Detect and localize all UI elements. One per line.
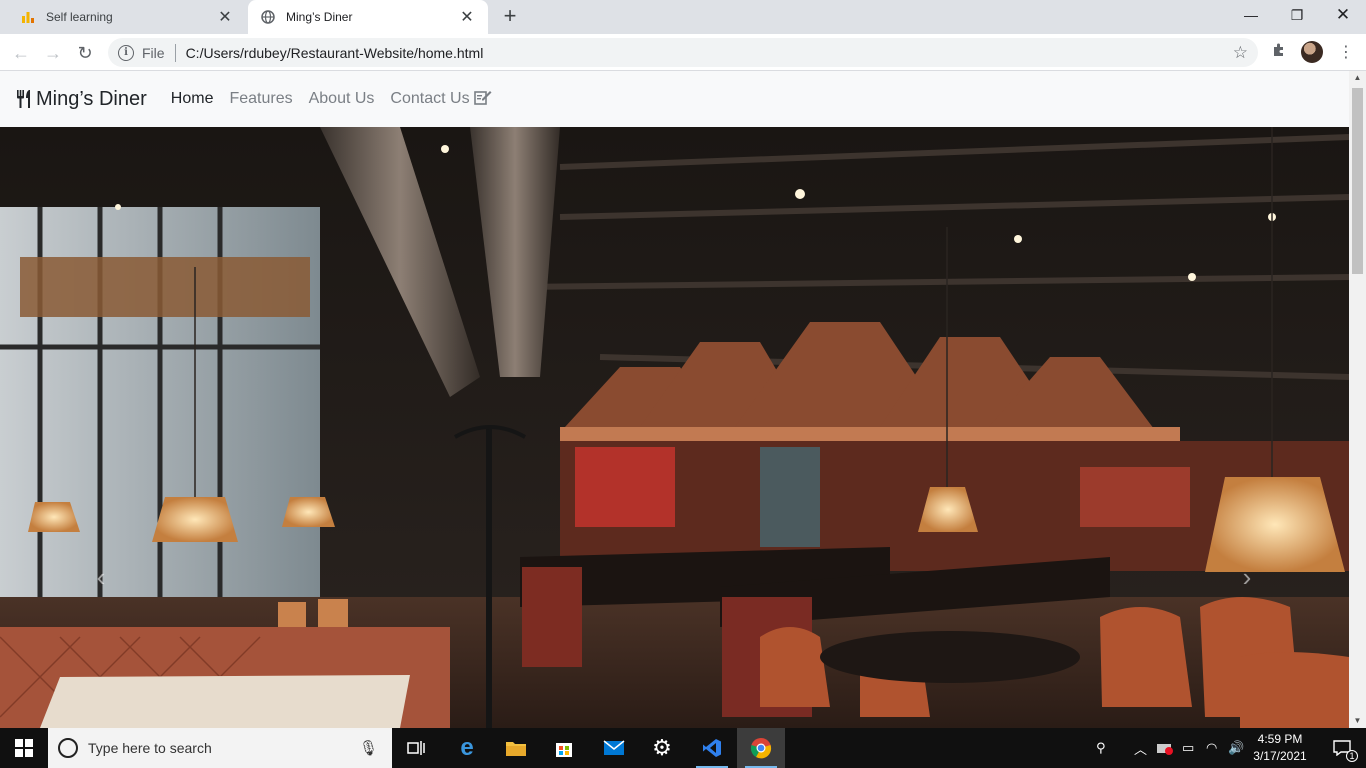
- wifi-icon[interactable]: ◠: [1206, 728, 1217, 768]
- nav-contact-us[interactable]: Contact Us: [390, 90, 469, 108]
- extensions-icon[interactable]: [1271, 42, 1287, 63]
- hero-carousel: ‹ ›: [0, 127, 1349, 728]
- windows-taskbar: Type here to search 🎙 e ⚙ ⚲ ︿ ▭ ◠ 🔊 4:59…: [0, 728, 1366, 768]
- restore-button[interactable]: ❐: [1274, 0, 1320, 30]
- volume-icon[interactable]: 🔊: [1228, 728, 1244, 768]
- back-button[interactable]: ←: [8, 40, 34, 66]
- forward-button[interactable]: →: [40, 40, 66, 66]
- close-tab-icon[interactable]: ✕: [458, 7, 476, 27]
- battery-icon[interactable]: ▭: [1182, 728, 1194, 768]
- file-explorer-icon[interactable]: [492, 728, 540, 768]
- store-icon[interactable]: [540, 728, 588, 768]
- chevron-right-icon[interactable]: ›: [1232, 557, 1262, 597]
- tab-self-learning[interactable]: Self learning ✕: [8, 0, 246, 34]
- task-view-icon[interactable]: [392, 728, 440, 768]
- brand-name: Ming’s Diner: [36, 87, 147, 110]
- close-tab-icon[interactable]: ✕: [216, 7, 234, 27]
- microphone-icon[interactable]: 🎙: [359, 739, 378, 757]
- clock-date: 3/17/2021: [1253, 749, 1307, 763]
- brand[interactable]: Ming’s Diner: [16, 88, 147, 111]
- chart-icon: [20, 9, 36, 25]
- page-viewport: Ming’s Diner Home Features About Us Cont…: [0, 71, 1366, 728]
- edit-icon: [473, 89, 492, 109]
- clock-time: 4:59 PM: [1257, 732, 1303, 746]
- reload-button[interactable]: ↻: [72, 40, 98, 66]
- notification-count: 1: [1346, 750, 1358, 762]
- page-content: Ming’s Diner Home Features About Us Cont…: [0, 71, 1349, 728]
- profile-avatar[interactable]: [1301, 41, 1323, 63]
- edge-icon[interactable]: e: [443, 728, 491, 768]
- chevron-left-icon[interactable]: ‹: [86, 557, 116, 597]
- nav-home[interactable]: Home: [171, 90, 214, 108]
- new-tab-button[interactable]: +: [498, 5, 522, 29]
- utensils-icon: [17, 90, 30, 108]
- url-text: C:/Users/rdubey/Restaurant-Website/home.…: [185, 44, 484, 61]
- people-icon[interactable]: ⚲: [1096, 728, 1106, 768]
- mail-icon[interactable]: [590, 728, 638, 768]
- address-bar[interactable]: i File C:/Users/rdubey/Restaurant-Websit…: [108, 38, 1258, 67]
- globe-icon: [260, 9, 276, 25]
- cortana-icon: [58, 738, 78, 758]
- browser-toolbar: ← → ↻ i File C:/Users/rdubey/Restaurant-…: [0, 34, 1366, 71]
- show-hidden-icons-chevron-icon[interactable]: ︿: [1134, 728, 1147, 768]
- menu-icon[interactable]: ⋮: [1338, 42, 1354, 62]
- tab-title: Ming’s Diner: [286, 10, 353, 24]
- vscode-icon[interactable]: [688, 728, 736, 768]
- start-button[interactable]: [0, 728, 48, 768]
- scroll-up-arrow[interactable]: ▲: [1349, 71, 1366, 85]
- search-placeholder: Type here to search: [88, 740, 212, 756]
- restaurant-interior-photo: [0, 127, 1349, 728]
- action-center-icon[interactable]: 1: [1318, 728, 1366, 768]
- site-navbar: Ming’s Diner Home Features About Us Cont…: [0, 71, 1349, 127]
- taskbar-search-input[interactable]: Type here to search 🎙: [48, 728, 392, 768]
- tab-mings-diner[interactable]: Ming’s Diner ✕: [248, 0, 488, 34]
- windows-logo-icon: [15, 739, 33, 757]
- chrome-icon[interactable]: [737, 728, 785, 768]
- security-icon[interactable]: [1156, 728, 1174, 768]
- system-clock[interactable]: 4:59 PM 3/17/2021: [1250, 731, 1310, 765]
- tab-title: Self learning: [46, 10, 113, 24]
- scroll-down-arrow[interactable]: ▼: [1349, 714, 1366, 728]
- close-window-button[interactable]: ✕: [1320, 0, 1366, 30]
- divider: [174, 43, 176, 62]
- minimize-button[interactable]: —: [1228, 0, 1274, 30]
- browser-tab-strip: Self learning ✕ Ming’s Diner ✕ + — ❐ ✕: [0, 0, 1366, 34]
- info-icon[interactable]: i: [118, 44, 134, 61]
- nav-about-us[interactable]: About Us: [309, 90, 375, 108]
- scheme-label: File: [142, 44, 165, 61]
- bookmark-star-icon[interactable]: ☆: [1233, 43, 1248, 63]
- scroll-thumb[interactable]: [1352, 88, 1363, 274]
- nav-features[interactable]: Features: [229, 90, 292, 108]
- page-scrollbar[interactable]: ▲ ▼: [1349, 71, 1366, 728]
- settings-icon[interactable]: ⚙: [638, 728, 686, 768]
